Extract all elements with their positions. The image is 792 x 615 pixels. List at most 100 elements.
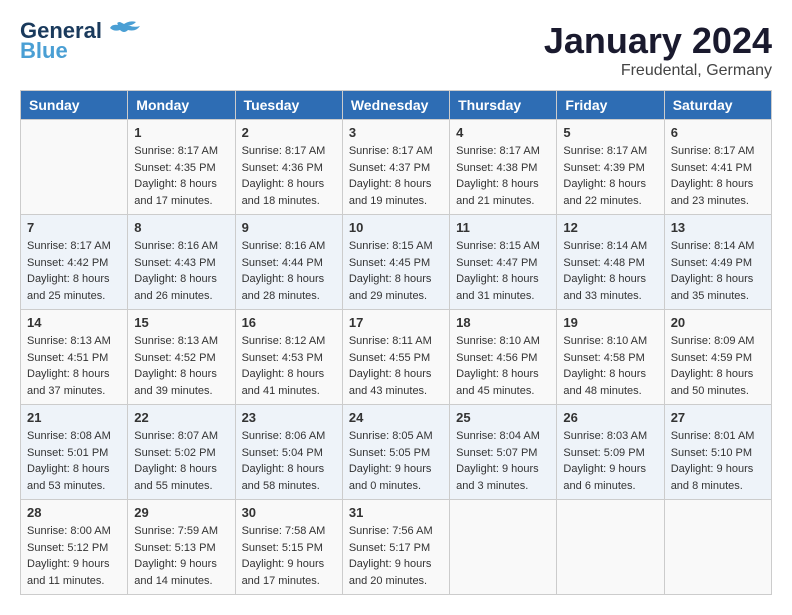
cell-text: Sunset: 5:09 PM xyxy=(563,445,657,462)
cell-text: Sunrise: 8:17 AM xyxy=(456,143,550,160)
cell-text: Daylight: 8 hours xyxy=(242,366,336,383)
calendar-cell: 10Sunrise: 8:15 AMSunset: 4:45 PMDayligh… xyxy=(342,215,449,310)
day-number: 10 xyxy=(349,220,443,235)
day-number: 26 xyxy=(563,410,657,425)
cell-text: Sunrise: 8:13 AM xyxy=(27,333,121,350)
calendar-cell: 27Sunrise: 8:01 AMSunset: 5:10 PMDayligh… xyxy=(664,405,771,500)
cell-text: Daylight: 8 hours xyxy=(242,461,336,478)
calendar-cell: 21Sunrise: 8:08 AMSunset: 5:01 PMDayligh… xyxy=(21,405,128,500)
week-row-5: 28Sunrise: 8:00 AMSunset: 5:12 PMDayligh… xyxy=(21,500,772,595)
cell-text: Daylight: 8 hours xyxy=(349,366,443,383)
day-number: 31 xyxy=(349,505,443,520)
cell-text: Sunset: 4:39 PM xyxy=(563,160,657,177)
calendar-cell: 11Sunrise: 8:15 AMSunset: 4:47 PMDayligh… xyxy=(450,215,557,310)
cell-text: Daylight: 9 hours xyxy=(242,556,336,573)
calendar-cell: 18Sunrise: 8:10 AMSunset: 4:56 PMDayligh… xyxy=(450,310,557,405)
day-number: 2 xyxy=(242,125,336,140)
cell-text: Sunrise: 8:15 AM xyxy=(349,238,443,255)
header-sunday: Sunday xyxy=(21,91,128,120)
day-number: 13 xyxy=(671,220,765,235)
cell-text: and 20 minutes. xyxy=(349,573,443,590)
calendar-cell: 9Sunrise: 8:16 AMSunset: 4:44 PMDaylight… xyxy=(235,215,342,310)
cell-text: Sunrise: 8:17 AM xyxy=(27,238,121,255)
cell-text: and 28 minutes. xyxy=(242,288,336,305)
calendar-cell: 31Sunrise: 7:56 AMSunset: 5:17 PMDayligh… xyxy=(342,500,449,595)
cell-text: and 50 minutes. xyxy=(671,383,765,400)
day-number: 15 xyxy=(134,315,228,330)
cell-text: and 3 minutes. xyxy=(456,478,550,495)
cell-text: Sunrise: 7:56 AM xyxy=(349,523,443,540)
cell-text: Sunset: 5:15 PM xyxy=(242,540,336,557)
cell-text: Sunset: 4:35 PM xyxy=(134,160,228,177)
cell-text: Daylight: 8 hours xyxy=(349,176,443,193)
cell-text: Daylight: 8 hours xyxy=(134,271,228,288)
cell-text: and 29 minutes. xyxy=(349,288,443,305)
cell-text: and 11 minutes. xyxy=(27,573,121,590)
calendar-cell: 26 Sunrise: 8:03 AMSunset: 5:09 PMDayligh… xyxy=(557,405,664,500)
cell-text: Daylight: 8 hours xyxy=(242,271,336,288)
cell-text: Daylight: 8 hours xyxy=(242,176,336,193)
cell-text: Sunrise: 8:09 AM xyxy=(671,333,765,350)
cell-text: Sunrise: 8:00 AM xyxy=(27,523,121,540)
cell-text: and 6 minutes. xyxy=(563,478,657,495)
cell-text: and 53 minutes. xyxy=(27,478,121,495)
cell-text: and 33 minutes. xyxy=(563,288,657,305)
cell-text: Sunset: 5:10 PM xyxy=(671,445,765,462)
cell-text: Sunrise: 8:10 AM xyxy=(563,333,657,350)
cell-text: Daylight: 8 hours xyxy=(349,271,443,288)
cell-text: Daylight: 8 hours xyxy=(671,271,765,288)
week-row-1: 1Sunrise: 8:17 AMSunset: 4:35 PMDaylight… xyxy=(21,120,772,215)
cell-text: Sunrise: 8:04 AM xyxy=(456,428,550,445)
calendar-cell: 25Sunrise: 8:04 AMSunset: 5:07 PMDayligh… xyxy=(450,405,557,500)
cell-text: Daylight: 8 hours xyxy=(563,176,657,193)
cell-text: and 58 minutes. xyxy=(242,478,336,495)
header-wednesday: Wednesday xyxy=(342,91,449,120)
cell-text: and 21 minutes. xyxy=(456,193,550,210)
calendar-cell: 20Sunrise: 8:09 AMSunset: 4:59 PMDayligh… xyxy=(664,310,771,405)
day-number: 1 xyxy=(134,125,228,140)
cell-text: Sunrise: 8:10 AM xyxy=(456,333,550,350)
cell-text: Sunrise: 8:05 AM xyxy=(349,428,443,445)
header-monday: Monday xyxy=(128,91,235,120)
calendar-cell: 24Sunrise: 8:05 AMSunset: 5:05 PMDayligh… xyxy=(342,405,449,500)
cell-text: Sunset: 4:43 PM xyxy=(134,255,228,272)
calendar-cell: 29Sunrise: 7:59 AMSunset: 5:13 PMDayligh… xyxy=(128,500,235,595)
cell-text: Daylight: 9 hours xyxy=(563,461,657,478)
cell-text: and 0 minutes. xyxy=(349,478,443,495)
day-number: 18 xyxy=(456,315,550,330)
cell-text: Sunset: 5:12 PM xyxy=(27,540,121,557)
logo-bird-icon xyxy=(106,20,142,42)
page-header: General Blue January 2024 Freudental, Ge… xyxy=(20,20,772,80)
calendar-cell: 16Sunrise: 8:12 AMSunset: 4:53 PMDayligh… xyxy=(235,310,342,405)
day-number: 9 xyxy=(242,220,336,235)
calendar-cell: 4Sunrise: 8:17 AMSunset: 4:38 PMDaylight… xyxy=(450,120,557,215)
cell-text: and 23 minutes. xyxy=(671,193,765,210)
calendar-cell: 12Sunrise: 8:14 AMSunset: 4:48 PMDayligh… xyxy=(557,215,664,310)
day-number: 30 xyxy=(242,505,336,520)
cell-text: Sunset: 5:07 PM xyxy=(456,445,550,462)
cell-text: and 25 minutes. xyxy=(27,288,121,305)
cell-text: Sunrise: 8:16 AM xyxy=(242,238,336,255)
calendar-table: Sunday Monday Tuesday Wednesday Thursday… xyxy=(20,90,772,595)
cell-text: Sunset: 4:38 PM xyxy=(456,160,550,177)
day-number: 24 xyxy=(349,410,443,425)
cell-text: Sunrise: 8:03 AM xyxy=(563,428,657,445)
cell-text: Sunrise: 8:17 AM xyxy=(349,143,443,160)
cell-text: Sunset: 4:55 PM xyxy=(349,350,443,367)
calendar-cell xyxy=(21,120,128,215)
cell-text: and 31 minutes. xyxy=(456,288,550,305)
cell-text: and 45 minutes. xyxy=(456,383,550,400)
cell-text: Daylight: 8 hours xyxy=(27,366,121,383)
logo: General Blue xyxy=(20,20,142,64)
cell-text: Sunset: 4:51 PM xyxy=(27,350,121,367)
cell-text: Daylight: 8 hours xyxy=(456,271,550,288)
cell-text: Daylight: 8 hours xyxy=(671,176,765,193)
cell-text: Daylight: 8 hours xyxy=(134,176,228,193)
calendar-cell: 1Sunrise: 8:17 AMSunset: 4:35 PMDaylight… xyxy=(128,120,235,215)
header-friday: Friday xyxy=(557,91,664,120)
cell-text: Daylight: 8 hours xyxy=(456,176,550,193)
cell-text: Sunset: 4:37 PM xyxy=(349,160,443,177)
page-subtitle: Freudental, Germany xyxy=(544,62,772,80)
cell-text: Sunset: 4:42 PM xyxy=(27,255,121,272)
cell-text: Sunset: 4:41 PM xyxy=(671,160,765,177)
